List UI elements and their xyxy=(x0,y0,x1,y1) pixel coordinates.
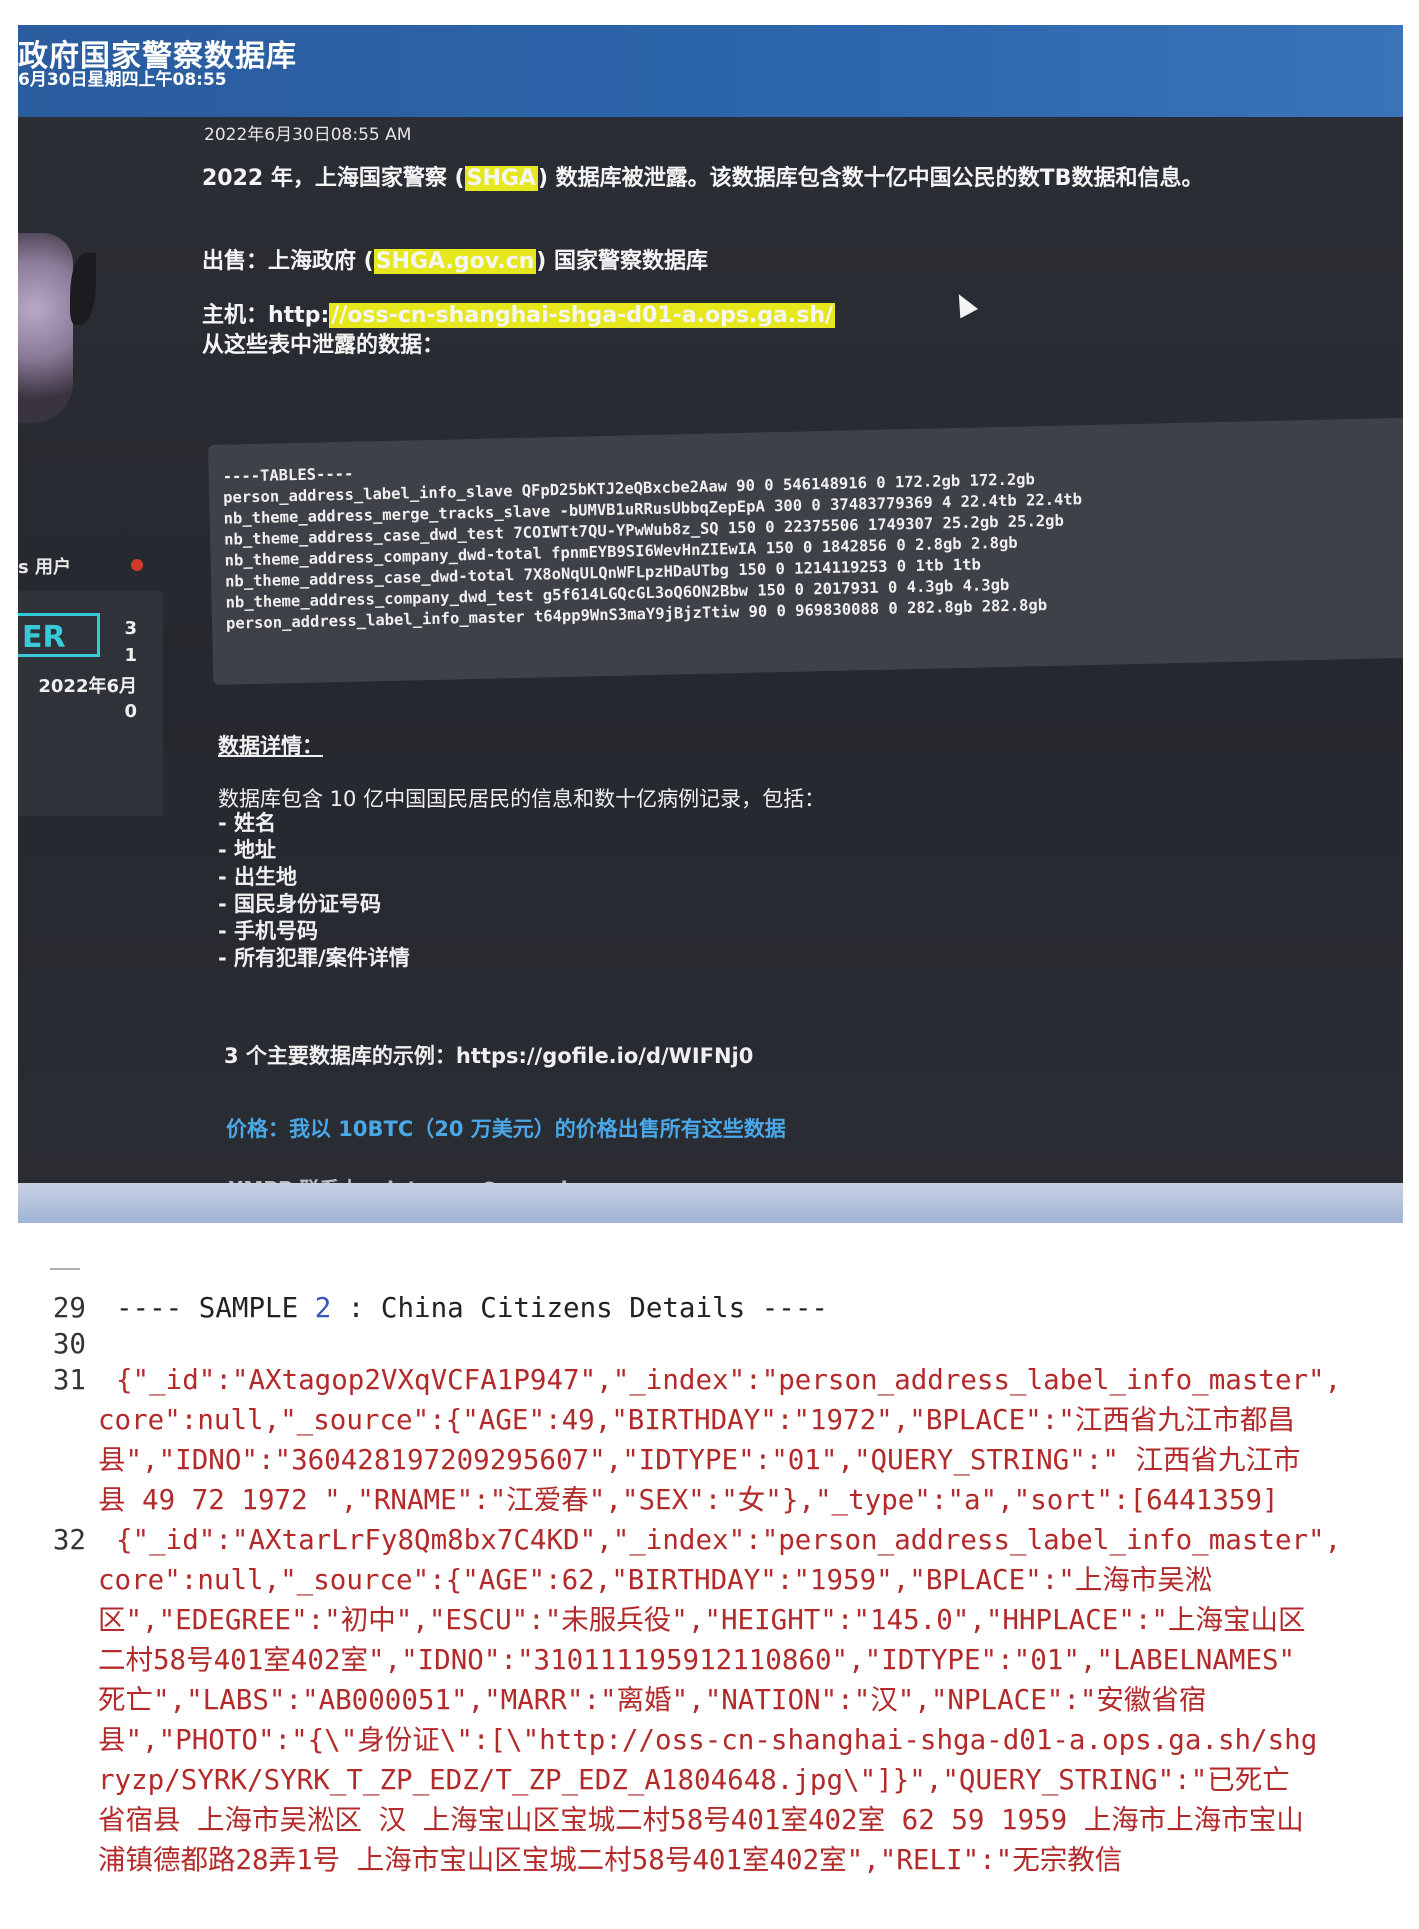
post-intro-rest: ) 数据库被泄露。该数据库包含数十亿中国公民的数TB数据和信息。 xyxy=(537,166,1204,191)
samples-link[interactable]: 3 个主要数据库的示例：https://gofile.io/d/WIFNj0 xyxy=(224,1040,753,1070)
record-json-cont: 区","EDEGREE":"初中","ESCU":"未服兵役","HEIGHT"… xyxy=(98,1604,1306,1636)
highlight-shga: SHGA xyxy=(464,166,538,191)
list-item: - 出生地 xyxy=(218,865,298,889)
post-sale-rest: ) 国家警察数据库 xyxy=(536,249,709,274)
code-editor: 29 ---- SAMPLE 2 : China Citizens Details… xyxy=(18,1268,1403,1921)
record-json-cont: 县","PHOTO":"{\"身份证\":[\"http://oss-cn-sh… xyxy=(98,1724,1318,1756)
user-rank-badge: ER xyxy=(18,613,100,657)
sample-heading: ---- SAMPLE xyxy=(116,1292,315,1324)
record-json-cont: core":null,"_source":{"AGE":62,"BIRTHDAY… xyxy=(98,1564,1213,1596)
stat-reputation: 0 xyxy=(124,701,137,722)
list-item: - 手机号码 xyxy=(218,919,319,943)
line-number: 29 xyxy=(52,1292,86,1324)
stat-joined: 2022年6月 xyxy=(38,676,137,697)
post-sale-text: 出售：上海政府 ( xyxy=(202,249,374,274)
list-item: - 地址 xyxy=(218,838,277,862)
avatar-horn-decoration xyxy=(70,253,96,325)
post-sale: 出售：上海政府 (SHGA.gov.cn) 国家警察数据库 xyxy=(202,243,708,275)
record-json-cont: 县","IDNO":"360428197209295607","IDTYPE":… xyxy=(98,1444,1301,1476)
mouse-cursor-icon xyxy=(950,289,978,319)
user-sidebar: s 用户 ER 3 1 2022年6月 0 xyxy=(18,123,163,816)
post-intro-text: 2022 年，上海国家警察 ( xyxy=(202,166,465,191)
post-tables-leak: 从这些表中泄露的数据： xyxy=(202,333,445,358)
record-json: {"_id":"AXtarLrFy8Qm8bx7C4KD","_index":"… xyxy=(116,1524,1342,1556)
line-number: 32 xyxy=(52,1524,86,1556)
line-number: 31 xyxy=(52,1364,86,1396)
gutter-divider xyxy=(50,1268,80,1276)
post-host: 主机：http://oss-cn-shanghai-shga-d01-a.ops… xyxy=(202,297,836,329)
post-date: 2022年6月30日08:55 AM xyxy=(204,125,412,145)
list-item: - 姓名 xyxy=(218,811,277,835)
record-json-cont: core":null,"_source":{"AGE":49,"BIRTHDAY… xyxy=(98,1404,1295,1436)
details-intro: 数据库包含 10 亿中国国民居民的信息和数十亿病例记录，包括： xyxy=(218,787,826,811)
record-json-cont: 省宿县 上海市吴淞区 汉 上海宝山区宝城二村58号401室402室 62 59 … xyxy=(98,1804,1304,1836)
stat-threads: 1 xyxy=(124,645,137,666)
status-dot-icon xyxy=(131,559,143,571)
details-title: 数据详情： xyxy=(218,734,323,758)
record-json-cont: 二村58号401室402室","IDNO":"31011119591211086… xyxy=(98,1644,1296,1676)
list-item: - 所有犯罪/案件详情 xyxy=(218,946,410,970)
user-group-label: s 用户 xyxy=(18,557,71,578)
line-number: 30 xyxy=(52,1328,86,1360)
record-json: {"_id":"AXtagop2VXqVCFA1P947","_index":"… xyxy=(116,1364,1342,1396)
record-json-cont: ryzp/SYRK/SYRK_T_ZP_EDZ/T_ZP_EDZ_A180464… xyxy=(98,1764,1290,1796)
details-list: - 姓名 - 地址 - 出生地 - 国民身份证号码 - 手机号码 - 所有犯罪/… xyxy=(218,810,410,972)
host-label: 主机：http: xyxy=(202,303,330,328)
record-json-cont: 死亡","LABS":"AB000051","MARR":"离婚","NATIO… xyxy=(98,1684,1207,1716)
tables-code-block: ----TABLES---- person_address_label_info… xyxy=(208,417,1403,685)
record-json-cont: 浦镇德都路28弄1号 上海市宝山区宝城二村58号401室402室","RELI"… xyxy=(98,1844,1123,1876)
highlight-host-url: //oss-cn-shanghai-shga-d01-a.ops.ga.sh/ xyxy=(329,303,836,328)
list-item: - 国民身份证号码 xyxy=(218,892,382,916)
post-intro: 2022 年，上海国家警察 (SHGA) 数据库被泄露。该数据库包含数十亿中国公… xyxy=(202,160,1203,192)
highlight-domain: SHGA.gov.cn xyxy=(373,249,537,274)
editor-line-32: 32 {"_id":"AXtarLrFy8Qm8bx7C4KD","_index"… xyxy=(18,1520,1341,1560)
price-line: 价格：我以 10BTC（20 万美元）的价格出售所有这些数据 xyxy=(226,1117,786,1141)
editor-line-29: 29 ---- SAMPLE 2 : China Citizens Details… xyxy=(18,1288,828,1328)
editor-line-31: 31 {"_id":"AXtagop2VXqVCFA1P947","_index"… xyxy=(18,1360,1341,1400)
sample-heading-rest: : China Citizens Details ---- xyxy=(331,1292,828,1324)
sample-number: 2 xyxy=(314,1292,332,1324)
editor-line-30: 30 xyxy=(18,1324,116,1364)
record-json-cont: 县 49 72 1972 ","RNAME":"江爱春","SEX":"女"},… xyxy=(98,1484,1279,1516)
forum-post-photo: 政府国家警察数据库 6月30日星期四上午08:55 s 用户 ER 3 1 20… xyxy=(18,25,1403,1223)
user-avatar xyxy=(18,233,73,423)
stat-posts: 3 xyxy=(124,618,137,639)
editor-right-clip xyxy=(1383,1268,1403,1921)
photo-bottom-edge xyxy=(18,1183,1403,1223)
